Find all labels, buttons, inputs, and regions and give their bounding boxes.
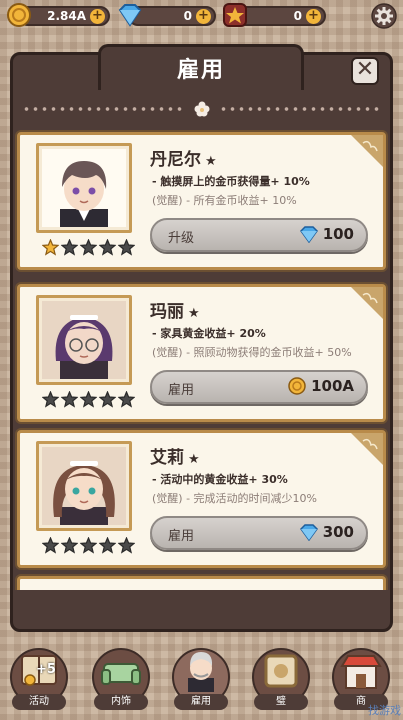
ellie-avatar-icon: [53, 461, 115, 525]
star-empty-icon: [80, 537, 97, 554]
nav-hire[interactable]: 雇用: [168, 640, 234, 720]
nav-label: 雇用: [174, 694, 228, 710]
hire-button[interactable]: 雇用 300: [150, 516, 368, 550]
star-empty-icon: [99, 537, 116, 554]
employee-card-partial: [17, 576, 386, 590]
nav-activity[interactable]: +5 活动: [6, 640, 72, 720]
watermark: 找游戏: [368, 704, 401, 717]
star-empty-icon: [99, 239, 116, 256]
gem-icon: [299, 524, 318, 541]
price: 100A: [287, 377, 354, 395]
employee-effect: - 活动中的黄金收益+ 30%: [152, 473, 288, 486]
close-icon: ✕: [355, 57, 375, 82]
star-empty-icon: [80, 239, 97, 256]
star-empty-icon: [61, 537, 78, 554]
ribbon-icon: [351, 135, 383, 167]
star-empty-icon: [42, 391, 59, 408]
currency-bar: 2.84A + 0 + 0 +: [0, 0, 403, 34]
nav-label: 内饰: [94, 694, 148, 710]
star-empty-icon: [61, 239, 78, 256]
upgrade-button[interactable]: 升级 100: [150, 218, 368, 252]
mary-avatar-icon: [55, 315, 113, 379]
gear-icon[interactable]: [371, 3, 397, 29]
gem-icon: [299, 226, 318, 243]
gem-icon: [118, 4, 142, 27]
coin-icon: [288, 377, 306, 395]
gem-amount: 0: [183, 9, 192, 23]
employee-awaken-effect: (觉醒) - 所有金币收益+ 10%: [152, 194, 297, 207]
star-amount: 0: [293, 9, 302, 23]
daniel-avatar-icon: [60, 161, 108, 227]
add-gem-button[interactable]: +: [196, 9, 211, 24]
shop-icon: [340, 655, 382, 689]
ribbon-icon: [351, 433, 383, 465]
employee-list[interactable]: 丹尼尔 ★ - 触摸屏上的金币获得量+ 10% (觉醒) - 所有金币收益+ 10…: [14, 122, 389, 590]
add-gold-button[interactable]: +: [90, 9, 105, 24]
button-label: 升级: [168, 231, 195, 246]
divider: [22, 101, 381, 117]
star-empty-icon: [99, 391, 116, 408]
nav-label: 活动: [12, 694, 66, 710]
employee-awaken-effect: (觉醒) - 完成活动的时间减少10%: [152, 492, 317, 505]
star-empty-icon: [80, 391, 97, 408]
sofa-icon: [101, 663, 141, 685]
close-button[interactable]: ✕: [351, 57, 379, 85]
employee-card-ellie: 艾莉 ★ - 活动中的黄金收益+ 30% (觉醒) - 完成活动的时间减少10% …: [17, 430, 386, 568]
employee-name: 玛丽 ★: [150, 302, 200, 322]
star-rating: [42, 239, 135, 256]
nav-label: 璧: [254, 694, 308, 710]
star-empty-icon: [118, 391, 135, 408]
avatar[interactable]: [36, 143, 132, 233]
bottom-nav: +5 活动 内饰 雇用 璧 商 找游戏: [0, 640, 403, 720]
butler-icon: [188, 652, 214, 692]
price: 100: [299, 225, 354, 243]
gold-amount: 2.84A: [47, 9, 86, 23]
button-label: 雇用: [168, 383, 195, 398]
star-empty-icon: [118, 239, 135, 256]
employee-awaken-effect: (觉醒) - 照顾动物获得的金币收益+ 50%: [152, 346, 352, 359]
employee-card-daniel: 丹尼尔 ★ - 触摸屏上的金币获得量+ 10% (觉醒) - 所有金币收益+ 10…: [17, 132, 386, 270]
coin-icon: [7, 3, 31, 27]
star-empty-icon: [42, 537, 59, 554]
star-icon: [223, 3, 247, 27]
frame-icon: [264, 654, 298, 688]
star-empty-icon: [61, 391, 78, 408]
add-star-button[interactable]: +: [306, 9, 321, 24]
star-pill[interactable]: 0 +: [236, 6, 326, 26]
ribbon-icon: [351, 287, 383, 319]
avatar[interactable]: [36, 295, 132, 385]
star-rating: [42, 537, 135, 554]
hire-button[interactable]: 雇用 100A: [150, 370, 368, 404]
star-rating: [42, 391, 135, 408]
avatar[interactable]: [36, 441, 132, 531]
page-title: 雇用: [176, 58, 225, 83]
employee-name: 艾莉 ★: [150, 448, 200, 468]
button-label: 雇用: [168, 529, 195, 544]
employee-name: 丹尼尔 ★: [150, 150, 217, 170]
star-filled-icon: [42, 239, 59, 256]
employee-card-mary: 玛丽 ★ - 家具黄金收益+ 20% (觉醒) - 照顾动物获得的金币收益+ 50…: [17, 284, 386, 422]
star-empty-icon: [118, 537, 135, 554]
employee-effect: - 触摸屏上的金币获得量+ 10%: [152, 175, 310, 188]
nav-interior[interactable]: 内饰: [88, 640, 154, 720]
nav-wall[interactable]: 璧: [248, 640, 314, 720]
employee-effect: - 家具黄金收益+ 20%: [152, 327, 266, 340]
activity-badge: +5: [36, 662, 56, 677]
price: 300: [299, 523, 354, 541]
flower-icon: [194, 101, 209, 117]
